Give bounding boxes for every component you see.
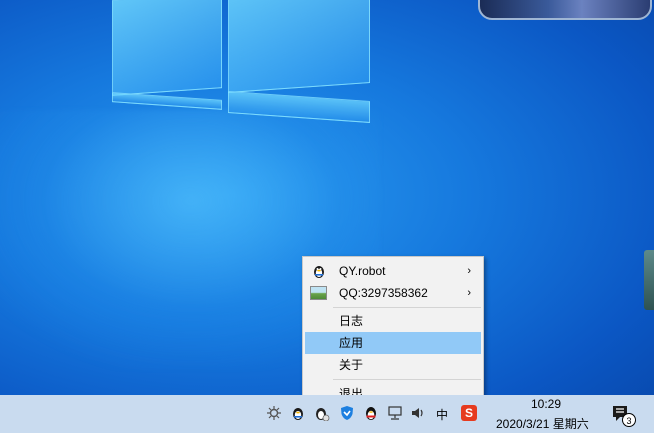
windows-logo-pane [112,92,222,110]
window-thumbnail-preview[interactable] [478,0,652,20]
network-icon[interactable] [387,405,403,421]
menu-item-apply[interactable]: 应用 [305,332,481,354]
menu-item-qy-robot[interactable]: QY.robot › [305,260,481,282]
penguin-app-icon[interactable] [314,405,330,421]
clock-date[interactable]: 2020/3/21 星期六 [496,415,589,432]
windows-logo-pane [112,0,222,96]
notification-count-badge: 3 [622,413,636,427]
menu-item-label: 应用 [339,336,364,350]
shield-icon[interactable] [339,405,355,421]
menu-item-label: 关于 [339,358,364,372]
qq-robot-icon[interactable] [290,405,306,421]
windows-logo-pane [228,0,370,93]
menu-item-qq-account[interactable]: QQ:3297358362 › [305,282,481,304]
menu-item-label: QY.robot [339,264,386,278]
menu-separator [333,307,481,308]
sogou-ime-icon[interactable]: S [461,405,477,421]
menu-item-label: 日志 [339,314,364,328]
menu-item-about[interactable]: 关于 [305,354,481,376]
clock-time[interactable]: 10:29 [526,397,566,411]
submenu-arrow-icon: › [467,287,471,299]
taskbar: 中 S 10:29 2020/3/21 星期六 3 [0,395,654,433]
submenu-arrow-icon: › [467,265,471,277]
bug-icon[interactable] [266,405,282,421]
landscape-picture-icon [310,286,327,300]
desktop-side-gadget[interactable] [644,250,654,310]
volume-icon[interactable] [410,405,426,421]
menu-separator [333,379,481,380]
tray-context-menu: QY.robot › QQ:3297358362 › 日志 应用 关于 退出 [302,256,484,408]
menu-item-label: QQ:3297358362 [339,286,428,300]
qq-penguin-icon [314,266,324,278]
menu-item-log[interactable]: 日志 [305,310,481,332]
qq-icon[interactable] [363,405,379,421]
ime-icon[interactable]: 中 [436,406,448,423]
